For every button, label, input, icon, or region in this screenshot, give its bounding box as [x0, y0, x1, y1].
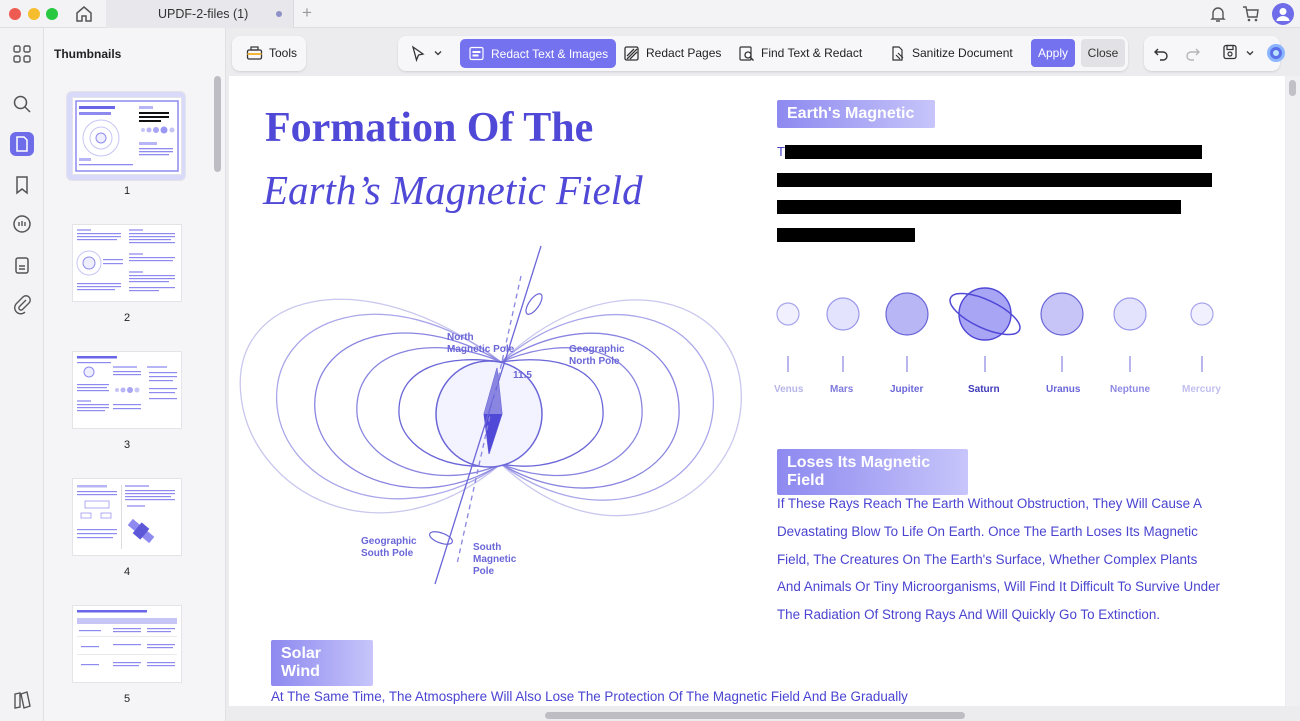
chevron-down-icon	[434, 51, 442, 56]
thumbnails-page-icon[interactable]	[10, 132, 34, 156]
solar-wind-body: At The Same Time, The Atmosphere Will Al…	[271, 689, 908, 704]
redaction-box-1[interactable]	[785, 145, 1202, 159]
redact-area-icon	[469, 46, 484, 61]
redaction-box-4[interactable]	[777, 228, 915, 242]
thumbnail-number-4: 4	[123, 566, 131, 578]
magnetic-field-diagram: North Magnetic Pole Geographic North Pol…	[239, 245, 742, 585]
apply-button[interactable]: Apply	[1031, 39, 1075, 67]
planet-label-neptune: Neptune	[1110, 384, 1150, 395]
save-options-chevron-icon[interactable]	[1245, 48, 1255, 58]
tools-label: Tools	[269, 46, 298, 60]
redaction-box-2[interactable]	[777, 173, 1212, 187]
user-avatar[interactable]	[1272, 3, 1294, 25]
loses-magnetic-field-body: If These Rays Reach The Earth Without Ob…	[777, 496, 1221, 623]
document-vertical-scrollbar[interactable]	[1286, 76, 1300, 706]
thumbnail-page-4[interactable]	[72, 478, 182, 556]
toolbox-icon	[246, 45, 263, 60]
cart-icon[interactable]	[1241, 4, 1261, 24]
undo-icon[interactable]	[1152, 44, 1170, 62]
find-text-redact-button[interactable]: Find Text & Redact	[732, 39, 868, 67]
window-titlebar: UPDF-2-files (1) +	[0, 0, 1300, 28]
planet-label-saturn: Saturn	[968, 384, 1000, 395]
thumbnail-page-3[interactable]	[72, 351, 182, 429]
planet-label-mars: Mars	[830, 384, 854, 395]
minimize-window-button[interactable]	[28, 8, 40, 20]
south-magnetic-label-2: Magnetic	[473, 554, 517, 565]
thumbnails-title: Thumbnails	[54, 47, 122, 61]
thumbnail-page-1[interactable]	[72, 97, 182, 175]
thumbnail-number-2: 2	[123, 312, 131, 324]
south-magnetic-label-3: Pole	[473, 566, 495, 577]
loses-magnetic-field-heading: Loses Its Magnetic Field	[777, 449, 968, 495]
redaction-box-3[interactable]	[777, 200, 1181, 214]
redact-text-images-button[interactable]: Redact Text & Images	[460, 39, 617, 68]
north-magnetic-label-1: North	[447, 332, 474, 343]
attachment-stack-icon[interactable]	[10, 253, 34, 277]
thumbnails-panel: Thumbnails 1 2 3 4 5	[44, 28, 226, 721]
document-vertical-scroll-thumb[interactable]	[1289, 80, 1296, 96]
pointer-icon	[411, 44, 425, 62]
redacted-text-leading-char: T	[777, 144, 785, 159]
tools-button[interactable]: Tools	[240, 39, 303, 67]
thumbnail-page-5[interactable]	[72, 605, 182, 683]
document-horizontal-scrollbar[interactable]	[229, 710, 1285, 721]
geo-north-label-2: North Pole	[569, 356, 620, 367]
thumbnails-scrollbar[interactable]	[214, 76, 221, 172]
solar-wind-heading: Solar Wind	[271, 640, 373, 686]
redact-text-images-label: Redact Text & Images	[491, 46, 609, 61]
ai-assistant-icon[interactable]	[1266, 43, 1286, 63]
planet-label-mercury: Mercury	[1182, 384, 1221, 395]
notification-bell-icon[interactable]	[1208, 4, 1228, 24]
planets-illustration	[776, 287, 1214, 372]
close-button[interactable]: Close	[1081, 39, 1125, 67]
sanitize-document-button[interactable]: Sanitize Document	[883, 39, 1019, 67]
comments-icon[interactable]	[10, 212, 34, 236]
paperclip-icon[interactable]	[10, 292, 34, 316]
tilt-angle-label: 11.5	[513, 370, 532, 381]
geo-north-label-1: Geographic	[569, 344, 625, 355]
doc-title-line2: Earth’s Magnetic Field	[263, 167, 643, 213]
planet-label-jupiter: Jupiter	[890, 384, 924, 395]
bookmark-icon[interactable]	[10, 173, 34, 197]
new-tab-button[interactable]: +	[302, 3, 312, 23]
redo-icon[interactable]	[1184, 44, 1202, 62]
find-redact-icon	[739, 45, 754, 61]
find-text-redact-label: Find Text & Redact	[761, 46, 863, 60]
document-horizontal-scroll-thumb[interactable]	[545, 712, 965, 719]
geo-south-label-1: Geographic	[361, 536, 417, 547]
search-icon[interactable]	[10, 92, 34, 116]
select-cursor-button[interactable]	[404, 39, 449, 67]
south-magnetic-label-1: South	[473, 542, 501, 553]
planet-label-uranus: Uranus	[1046, 384, 1081, 395]
home-icon[interactable]	[74, 4, 94, 24]
save-icon[interactable]	[1221, 43, 1239, 61]
planet-label-venus: Venus	[774, 384, 804, 395]
zoom-window-button[interactable]	[46, 8, 58, 20]
redact-pages-icon	[624, 45, 639, 61]
doc-title-line1: Formation Of The	[265, 105, 594, 151]
close-window-button[interactable]	[9, 8, 21, 20]
north-magnetic-label-2: Magnetic Pole	[447, 344, 515, 355]
earths-magnetic-heading: Earth's Magnetic	[777, 100, 935, 128]
document-tab[interactable]: UPDF-2-files (1)	[106, 0, 294, 28]
geo-south-label-2: South Pole	[361, 548, 414, 559]
unsaved-dot-icon	[276, 11, 282, 17]
tab-title: UPDF-2-files (1)	[158, 7, 249, 21]
sanitize-icon	[892, 45, 904, 61]
thumbnail-number-3: 3	[123, 439, 131, 451]
layers-icon[interactable]	[10, 688, 34, 712]
redact-pages-label: Redact Pages	[646, 46, 722, 60]
redact-pages-button[interactable]: Redact Pages	[617, 39, 727, 67]
left-tool-rail	[0, 28, 44, 721]
thumbnail-page-2[interactable]	[72, 224, 182, 302]
apps-grid-icon[interactable]	[10, 42, 34, 66]
pdf-page-view[interactable]: Formation Of The Earth’s Magnetic Field	[229, 76, 1285, 706]
thumbnail-number-5: 5	[123, 693, 131, 705]
sanitize-document-label: Sanitize Document	[912, 46, 1013, 60]
thumbnail-number-1: 1	[123, 185, 131, 197]
